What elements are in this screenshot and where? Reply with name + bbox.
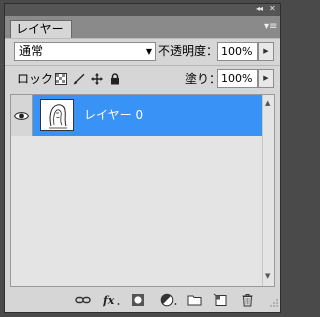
svg-text:fx: fx <box>103 294 115 307</box>
blend-mode-select[interactable]: 通常 ▼ <box>14 42 156 61</box>
bottom-toolbar: fx <box>5 288 280 312</box>
fx-icon[interactable]: fx <box>102 293 120 307</box>
scroll-down-icon[interactable]: ▼ <box>265 272 270 280</box>
lock-all-icon[interactable] <box>109 73 121 85</box>
trash-icon[interactable] <box>240 293 256 307</box>
resize-grip-icon[interactable] <box>270 296 278 310</box>
opacity-input[interactable]: 100% <box>217 42 258 61</box>
new-layer-icon[interactable] <box>213 293 229 307</box>
layers-panel: ◂◂ ✕ レイヤー ▾≡ 通常 ▼ 不透明度： 100% ▶ ロック： 塗り： … <box>4 3 281 313</box>
layer-thumbnail <box>40 99 74 131</box>
blend-mode-value: 通常 <box>19 44 44 58</box>
fill-label: 塗り： <box>185 72 222 86</box>
layer-row[interactable]: レイヤー 0 <box>11 95 262 136</box>
close-icon[interactable]: ✕ <box>269 5 277 13</box>
eye-icon <box>13 110 30 124</box>
scroll-up-icon[interactable]: ▲ <box>265 99 270 107</box>
lock-position-icon[interactable] <box>91 73 103 85</box>
fill-slider-button[interactable]: ▶ <box>258 69 274 88</box>
chevron-down-icon: ▼ <box>145 47 152 56</box>
link-layers-icon[interactable] <box>75 293 91 307</box>
tab-bar: レイヤー ▾≡ <box>5 16 280 39</box>
fill-input[interactable]: 100% <box>217 69 258 88</box>
divider <box>5 65 280 66</box>
layers-list[interactable]: レイヤー 0 ▲ ▼ <box>10 94 275 287</box>
lock-image-pixels-icon[interactable] <box>73 73 85 85</box>
lock-transparent-pixels-icon[interactable] <box>55 73 67 85</box>
add-mask-icon[interactable] <box>131 293 147 307</box>
opacity-slider-button[interactable]: ▶ <box>258 42 274 61</box>
new-group-icon[interactable] <box>187 293 203 307</box>
vertical-scrollbar[interactable]: ▲ ▼ <box>262 95 274 286</box>
panel-menu-icon[interactable]: ▾≡ <box>264 21 277 33</box>
adjustment-layer-icon[interactable] <box>160 293 177 307</box>
layer-name[interactable]: レイヤー 0 <box>84 107 143 123</box>
tab-layers[interactable]: レイヤー <box>10 20 72 38</box>
lock-fill-row: ロック： 塗り： 100% ▶ <box>5 67 280 91</box>
double-chevron-left-icon[interactable]: ◂◂ <box>256 5 266 13</box>
panel-titlebar: ◂◂ ✕ <box>5 4 280 16</box>
opacity-label: 不透明度： <box>158 44 219 58</box>
blend-opacity-row: 通常 ▼ 不透明度： 100% ▶ <box>5 40 280 64</box>
visibility-toggle[interactable] <box>11 95 33 136</box>
